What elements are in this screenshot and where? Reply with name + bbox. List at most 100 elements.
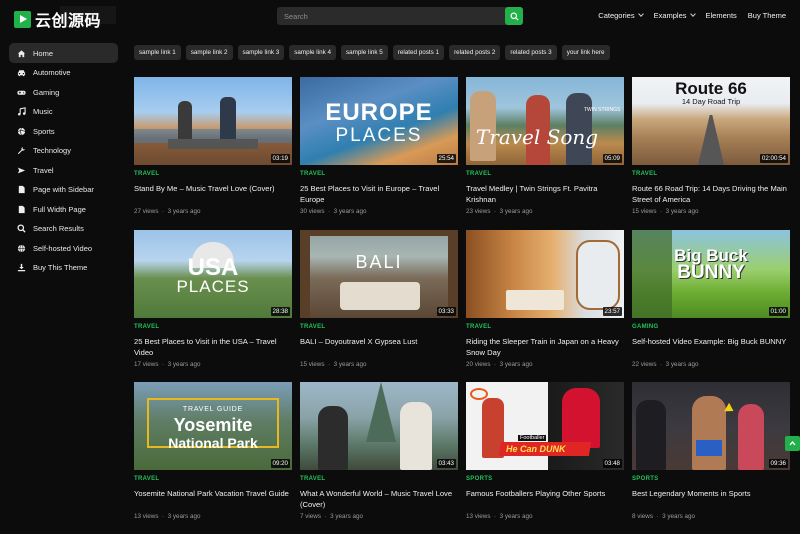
tag-link[interactable]: sample link 5 <box>341 45 388 60</box>
main-nav: Categories Examples Elements Buy Theme <box>598 11 786 20</box>
sidebar-item-music[interactable]: Music <box>9 102 118 122</box>
view-count: 27 views <box>134 208 159 215</box>
sidebar-item-self-hosted-video[interactable]: Self-hosted Video <box>9 239 118 259</box>
tag-link[interactable]: related posts 2 <box>449 45 501 60</box>
upload-age: 3 years ago <box>330 513 364 520</box>
sidebar-item-technology[interactable]: Technology <box>9 141 118 161</box>
video-category[interactable]: SPORTS <box>632 476 658 482</box>
video-category[interactable]: TRAVEL <box>466 171 491 177</box>
video-meta: 13 views · 3 years ago <box>134 513 201 520</box>
video-meta: 15 views · 3 years ago <box>632 208 699 215</box>
video-category[interactable]: TRAVEL <box>466 324 491 330</box>
sidebar-item-full-width-page[interactable]: Full Width Page <box>9 200 118 220</box>
video-thumbnail[interactable]: TRAVEL GUIDE Yosemite National Park 09:2… <box>134 382 292 470</box>
sidebar-item-label: Sports <box>33 126 55 136</box>
duration-badge: 09:20 <box>270 459 290 468</box>
video-thumbnail[interactable]: 03:43 <box>300 382 458 470</box>
video-title[interactable]: Riding the Sleeper Train in Japan on a H… <box>466 337 626 359</box>
upload-age: 3 years ago <box>333 361 367 368</box>
nav-examples[interactable]: Examples <box>653 11 696 20</box>
video-title[interactable]: Stand By Me – Music Travel Love (Cover) <box>134 184 294 195</box>
video-thumbnail[interactable]: 03:19 <box>134 77 292 165</box>
tag-link[interactable]: your link here <box>561 45 610 60</box>
video-thumbnail[interactable]: Route 66 14 Day Road Trip 02:00:54 <box>632 77 790 165</box>
upload-age: 3 years ago <box>167 208 201 215</box>
nav-elements[interactable]: Elements <box>706 11 737 20</box>
play-logo-icon <box>14 10 31 28</box>
video-title[interactable]: BALI – Doyoutravel X Gypsea Lust <box>300 337 460 348</box>
search-button[interactable] <box>505 7 523 25</box>
video-thumbnail[interactable]: 23:57 <box>466 230 624 318</box>
video-meta: 20 views · 3 years ago <box>466 361 533 368</box>
thumbnail-title: BALI <box>355 252 403 272</box>
chevron-down-icon <box>689 11 696 17</box>
tag-link[interactable]: related posts 3 <box>505 45 557 60</box>
upload-age: 3 years ago <box>662 513 696 520</box>
thumbnail-title: Yosemite <box>173 415 253 435</box>
video-title[interactable]: Self-hosted Video Example: Big Buck BUNN… <box>632 337 792 348</box>
video-title[interactable]: Yosemite National Park Vacation Travel G… <box>134 489 294 500</box>
tag-link[interactable]: sample link 3 <box>237 45 285 60</box>
video-category[interactable]: TRAVEL <box>300 476 325 482</box>
view-count: 20 views <box>466 361 491 368</box>
video-thumbnail[interactable]: 09:36 <box>632 382 790 470</box>
thumbnail-title: He Can DUNK <box>506 444 566 454</box>
music-icon <box>17 107 26 116</box>
sidebar-item-home[interactable]: Home <box>9 43 118 63</box>
video-title[interactable]: 25 Best Places to Visit in Europe – Trav… <box>300 184 460 206</box>
video-thumbnail[interactable]: EUROPE PLACES 25:54 <box>300 77 458 165</box>
sidebar-item-travel[interactable]: Travel <box>9 161 118 181</box>
scroll-to-top-button[interactable] <box>785 436 800 451</box>
tag-link[interactable]: sample link 2 <box>185 45 233 60</box>
video-title[interactable]: Best Legendary Moments in Sports <box>632 489 792 500</box>
duration-badge: 02:00:54 <box>759 154 788 163</box>
view-count: 15 views <box>300 361 325 368</box>
video-category[interactable]: TRAVEL <box>134 171 159 177</box>
video-thumbnail[interactable]: Travel Song TWIN STRINGS 05:09 <box>466 77 624 165</box>
video-category[interactable]: SPORTS <box>466 476 492 482</box>
upload-age: 3 years ago <box>665 361 699 368</box>
video-thumbnail[interactable]: USA PLACES 28:38 <box>134 230 292 318</box>
duration-badge: 23:57 <box>602 307 622 316</box>
video-title[interactable]: Travel Medley | Twin Strings Ft. Pavitra… <box>466 184 626 206</box>
sidebar-item-label: Full Width Page <box>33 204 86 214</box>
sidebar-item-automotive[interactable]: Automotive <box>9 63 118 83</box>
video-thumbnail[interactable]: He Can DUNK Footballer 03:48 <box>466 382 624 470</box>
nav-examples-label: Examples <box>653 11 687 20</box>
sidebar-item-search-results[interactable]: Search Results <box>9 219 118 239</box>
site-logo[interactable]: 云创源码 <box>14 7 101 31</box>
top-header: 云创源码 Categories Examples Elements Buy Th… <box>0 0 800 34</box>
sidebar-item-gaming[interactable]: Gaming <box>9 83 118 103</box>
video-title[interactable]: Famous Footballers Playing Other Sports <box>466 489 626 500</box>
download-icon <box>17 263 26 272</box>
tag-link[interactable]: sample link 4 <box>289 45 336 60</box>
thumbnail-subtitle: 14 Day Road Trip <box>681 97 741 106</box>
video-category[interactable]: TRAVEL <box>300 324 325 330</box>
sidebar-item-sports[interactable]: Sports <box>9 122 118 142</box>
search-input[interactable] <box>277 7 505 25</box>
video-category[interactable]: TRAVEL <box>134 324 159 330</box>
sidebar-item-page-with-sidebar[interactable]: Page with Sidebar <box>9 180 118 200</box>
sidebar-item-label: Automotive <box>33 68 71 78</box>
view-count: 17 views <box>134 361 159 368</box>
tag-link[interactable]: related posts 1 <box>392 45 445 60</box>
video-title[interactable]: What A Wonderful World – Music Travel Lo… <box>300 489 460 511</box>
duration-badge: 09:36 <box>768 459 788 468</box>
sidebar-item-label: Home <box>33 48 54 58</box>
nav-buy-theme[interactable]: Buy Theme <box>748 11 786 20</box>
video-title[interactable]: 25 Best Places to Visit in the USA – Tra… <box>134 337 294 359</box>
sidebar-item-buy-this-theme[interactable]: Buy This Theme <box>9 258 118 278</box>
video-title[interactable]: Route 66 Road Trip: 14 Days Driving the … <box>632 184 792 206</box>
upload-age: 3 years ago <box>499 208 533 215</box>
video-category[interactable]: TRAVEL <box>632 171 657 177</box>
video-category[interactable]: GAMING <box>632 324 658 330</box>
video-category[interactable]: TRAVEL <box>300 171 325 177</box>
view-count: 7 views <box>300 513 321 520</box>
video-thumbnail[interactable]: Big Buck BUNNY 01:00 <box>632 230 790 318</box>
view-count: 8 views <box>632 513 653 520</box>
tag-link[interactable]: sample link 1 <box>134 45 181 60</box>
video-category[interactable]: TRAVEL <box>134 476 159 482</box>
sidebar-item-label: Travel <box>33 165 54 175</box>
video-thumbnail[interactable]: BALI 03:33 <box>300 230 458 318</box>
nav-categories[interactable]: Categories <box>598 11 644 20</box>
